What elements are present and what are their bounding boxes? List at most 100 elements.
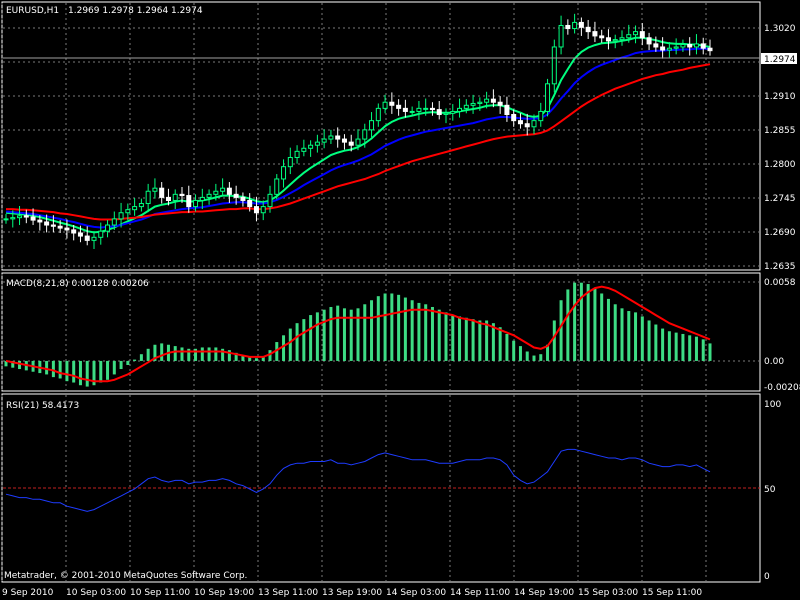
time-tick: 10 Sep 19:00: [194, 588, 254, 598]
candle-body: [50, 224, 56, 227]
macd-histogram-bar: [620, 308, 624, 361]
candle-body: [639, 31, 645, 39]
candle-body: [572, 21, 578, 30]
macd-histogram-bar: [126, 360, 130, 365]
macd-histogram-bar: [214, 347, 218, 361]
candle-body: [538, 110, 544, 122]
macd-histogram-bar: [688, 335, 692, 361]
macd-histogram-bar: [45, 360, 49, 375]
candle-body: [23, 215, 29, 218]
price-tick: 1.2690: [764, 228, 796, 238]
macd-histogram-bar: [681, 333, 685, 361]
candle-body: [545, 83, 551, 112]
macd-histogram-bar: [566, 289, 570, 361]
macd-histogram-bar: [65, 360, 69, 382]
candle-body: [707, 47, 713, 52]
time-tick: 10 Sep 11:00: [130, 588, 190, 598]
time-tick: 15 Sep 03:00: [578, 588, 638, 598]
macd-histogram-bar: [254, 358, 258, 361]
candle-body: [646, 37, 652, 45]
macd-histogram-bar: [552, 320, 556, 361]
macd-histogram-bar: [491, 323, 495, 361]
candle-body: [612, 39, 618, 42]
macd-histogram-bar: [106, 360, 110, 380]
candle-body: [450, 110, 456, 114]
rsi-tick: 100: [764, 400, 781, 410]
candle-body: [558, 24, 564, 48]
candle-body: [443, 112, 449, 116]
candle-body: [159, 187, 165, 198]
candle-body: [165, 196, 171, 201]
macd-histogram-bar: [51, 360, 55, 378]
macd-histogram-bar: [600, 293, 604, 361]
candle-body: [599, 35, 605, 39]
rsi-tick: 50: [764, 485, 776, 495]
macd-histogram-bar: [471, 319, 475, 361]
time-tick: 13 Sep 11:00: [258, 588, 318, 598]
candle-body: [91, 236, 97, 241]
macd-histogram-bar: [424, 304, 428, 361]
time-tick: 9 Sep 2010: [2, 588, 54, 598]
macd-histogram-bar: [654, 324, 658, 361]
candle-body: [429, 107, 435, 111]
macd-histogram-bar: [505, 333, 509, 361]
candle-body: [531, 120, 537, 128]
candle-body: [389, 101, 395, 106]
trading-chart[interactable]: EURUSD,H1 1.2969 1.2978 1.2964 1.2974 1.…: [0, 0, 800, 600]
candle-body: [145, 190, 151, 205]
candle-body: [605, 37, 611, 42]
candle-body: [341, 138, 347, 143]
candle-body: [321, 138, 327, 143]
candle-body: [416, 107, 422, 112]
candle-body: [64, 227, 70, 231]
candle-body: [105, 224, 111, 232]
candle-body: [592, 31, 598, 37]
macd-histogram-bar: [282, 335, 286, 361]
macd-histogram-bar: [613, 304, 617, 361]
macd-histogram-bar: [525, 351, 529, 361]
candle-body: [301, 147, 307, 152]
macd-histogram-bar: [160, 343, 164, 361]
macd-histogram-bar: [295, 323, 299, 361]
price-tick: 1.3020: [764, 24, 796, 34]
candle-body: [578, 21, 584, 28]
candle-body: [199, 196, 205, 201]
time-axis: 9 Sep 2010 10 Sep 03:00 10 Sep 11:00 10 …: [2, 588, 702, 598]
candle-body: [511, 114, 517, 122]
candle-body: [287, 156, 293, 168]
candle-body: [328, 135, 334, 140]
candle-body: [497, 101, 503, 106]
candle-body: [436, 109, 442, 116]
macd-histogram-bar: [315, 312, 319, 361]
macd-histogram-bar: [18, 360, 22, 370]
candle-body: [457, 107, 463, 112]
macd-histogram-bar: [579, 282, 583, 361]
macd-histogram-bar: [363, 304, 367, 361]
candle-body: [172, 193, 178, 201]
candle-body: [77, 232, 83, 237]
macd-histogram-bar: [464, 317, 468, 361]
macd-histogram-bar: [708, 343, 712, 361]
macd-histogram-bar: [356, 308, 360, 361]
candle-body: [233, 193, 239, 198]
copyright-notice: Metatrader, © 2001-2010 MetaQuotes Softw…: [4, 571, 247, 581]
candle-body: [687, 44, 693, 48]
rsi-title: RSI(21) 58.4173: [6, 401, 79, 411]
candle-body: [17, 215, 23, 219]
time-tick: 14 Sep 11:00: [450, 588, 510, 598]
candle-body: [490, 98, 496, 103]
candle-body: [375, 107, 381, 122]
candle-body: [132, 206, 138, 211]
macd-histogram-bar: [539, 354, 543, 361]
candle-body: [193, 199, 199, 208]
macd-tick: 0.00: [764, 357, 784, 367]
candle-body: [57, 225, 63, 229]
ohlc-values: 1.2969 1.2978 1.2964 1.2974: [68, 6, 203, 16]
macd-histogram-bar: [532, 355, 536, 361]
macd-histogram-bar: [383, 293, 387, 361]
candle-body: [653, 43, 659, 48]
candle-body: [693, 43, 699, 48]
candle-body: [355, 138, 361, 146]
macd-histogram-bar: [72, 360, 76, 383]
candle-body: [673, 46, 679, 49]
